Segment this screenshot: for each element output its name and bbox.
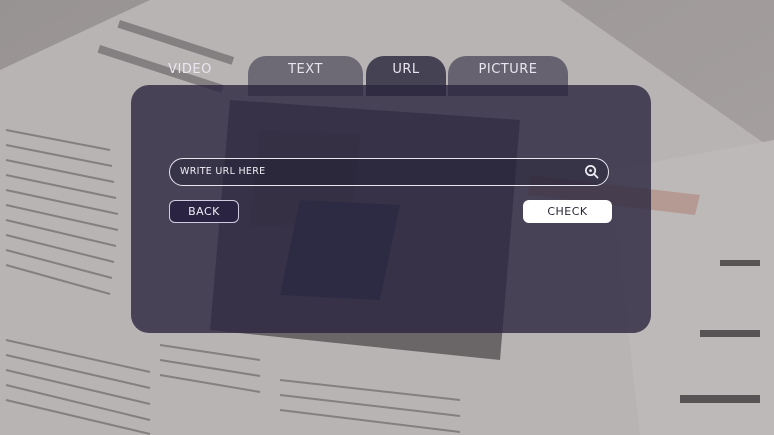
tab-picture-label: PICTURE xyxy=(478,62,538,77)
tab-url-label: URL xyxy=(392,62,420,77)
check-button[interactable]: CHECK xyxy=(523,200,612,223)
tab-text-label: TEXT xyxy=(288,62,323,77)
url-input[interactable] xyxy=(180,159,570,184)
url-check-screen: VIDEO TEXT URL PICTURE BACK CHECK xyxy=(0,0,774,435)
back-button[interactable]: BACK xyxy=(169,200,239,223)
url-field xyxy=(169,158,609,186)
url-panel: BACK CHECK xyxy=(131,85,651,333)
search-icon[interactable] xyxy=(584,164,599,179)
tab-video-label: VIDEO xyxy=(168,62,212,77)
